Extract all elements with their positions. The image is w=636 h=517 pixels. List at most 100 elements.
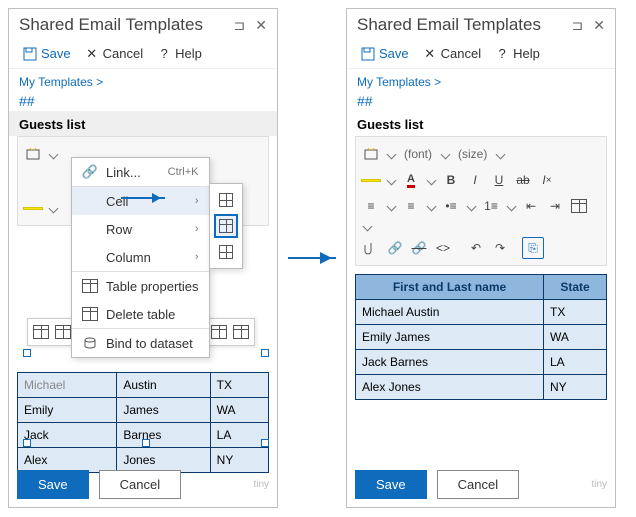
indent-button[interactable]: ⇥: [544, 195, 566, 217]
table-cell[interactable]: TX: [544, 300, 607, 325]
table-cell[interactable]: WA: [210, 398, 268, 423]
table-row[interactable]: Alex JonesNY: [356, 375, 607, 400]
table-cell[interactable]: James: [117, 398, 210, 423]
undo-button[interactable]: ↶: [465, 237, 487, 259]
table-cell[interactable]: Austin: [117, 373, 210, 398]
merge-cells-button[interactable]: [214, 214, 238, 238]
chevron-down-icon[interactable]: [424, 199, 438, 213]
strike-button[interactable]: ab: [512, 169, 534, 191]
number-list-button[interactable]: 1≡: [480, 195, 502, 217]
table-cell[interactable]: LA: [544, 350, 607, 375]
font-color-button[interactable]: A: [400, 169, 422, 191]
help-command[interactable]: ? Help: [151, 43, 208, 64]
cancel-button[interactable]: Cancel: [99, 470, 181, 499]
delete-col-button[interactable]: [230, 321, 252, 343]
table-row[interactable]: Jack BarnesLA: [356, 350, 607, 375]
split-cell-button[interactable]: [214, 240, 238, 264]
attachment-button[interactable]: [360, 237, 382, 259]
bullet-list-button[interactable]: •≡: [440, 195, 462, 217]
redo-button[interactable]: ↷: [489, 237, 511, 259]
table-cell[interactable]: Alex: [18, 448, 117, 473]
ctx-row[interactable]: Row ›: [72, 215, 209, 243]
macros-icon[interactable]: [360, 143, 382, 165]
table-cell[interactable]: WA: [544, 325, 607, 350]
save-command[interactable]: Save: [17, 43, 77, 64]
chevron-down-icon[interactable]: [46, 147, 60, 161]
guests-table-after[interactable]: First and Last name State Michael Austin…: [355, 274, 607, 400]
code-button[interactable]: <>: [432, 237, 454, 259]
template-title[interactable]: Guests list: [9, 111, 277, 136]
insert-col-right-button[interactable]: [208, 321, 230, 343]
ctx-bind-dataset[interactable]: Bind to dataset: [72, 329, 209, 357]
resize-handle[interactable]: [261, 349, 269, 357]
ctx-delete-table[interactable]: Delete table: [72, 300, 209, 328]
table-row[interactable]: AlexJonesNY: [18, 448, 269, 473]
chevron-down-icon[interactable]: [504, 199, 518, 213]
chevron-down-icon[interactable]: [384, 147, 398, 161]
table-row[interactable]: MichaelAustinTX: [18, 373, 269, 398]
table-cell[interactable]: NY: [210, 448, 268, 473]
breadcrumb[interactable]: My Templates >: [9, 69, 277, 91]
clear-format-button[interactable]: I×: [536, 169, 558, 191]
macros-icon[interactable]: [22, 143, 44, 165]
table-row[interactable]: EmilyJamesWA: [18, 398, 269, 423]
pin-icon[interactable]: ⊐: [234, 17, 246, 34]
editor-content[interactable]: MichaelAustinTXEmilyJamesWAJackBarnesLAA…: [9, 364, 277, 481]
unlink-button[interactable]: 🔗: [408, 237, 430, 259]
chevron-down-icon[interactable]: [384, 199, 398, 213]
ctx-cell[interactable]: Cell ›: [72, 187, 209, 215]
table-cell[interactable]: Jack Barnes: [356, 350, 544, 375]
pin-icon[interactable]: ⊐: [572, 17, 584, 34]
table-cell[interactable]: TX: [210, 373, 268, 398]
resize-handle[interactable]: [23, 349, 31, 357]
cancel-command[interactable]: ✕ Cancel: [417, 43, 487, 64]
chevron-down-icon[interactable]: [384, 173, 398, 187]
resize-handle[interactable]: [23, 439, 31, 447]
chevron-down-icon[interactable]: [464, 199, 478, 213]
cell-properties-button[interactable]: [214, 188, 238, 212]
close-icon[interactable]: ✕: [255, 17, 267, 34]
line-height-button[interactable]: ≡: [400, 195, 422, 217]
table-cell[interactable]: Emily James: [356, 325, 544, 350]
chevron-down-icon[interactable]: [424, 173, 438, 187]
save-button[interactable]: Save: [17, 470, 89, 499]
highlight-button[interactable]: [360, 169, 382, 191]
ctx-link[interactable]: 🔗 Link... Ctrl+K: [72, 158, 209, 186]
table-cell[interactable]: Michael Austin: [356, 300, 544, 325]
underline-button[interactable]: U: [488, 169, 510, 191]
chevron-down-icon[interactable]: [438, 147, 452, 161]
table-cell[interactable]: Alex Jones: [356, 375, 544, 400]
resize-handle[interactable]: [261, 439, 269, 447]
table-cell[interactable]: Jack: [18, 423, 117, 448]
table-cell[interactable]: LA: [210, 423, 268, 448]
save-command[interactable]: Save: [355, 43, 415, 64]
ctx-table-props[interactable]: Table properties: [72, 272, 209, 300]
table-row[interactable]: Emily JamesWA: [356, 325, 607, 350]
template-title[interactable]: Guests list: [347, 111, 615, 136]
save-button[interactable]: Save: [355, 470, 427, 499]
breadcrumb[interactable]: My Templates >: [347, 69, 615, 91]
cancel-command[interactable]: ✕ Cancel: [79, 43, 149, 64]
ctx-column[interactable]: Column ›: [72, 243, 209, 271]
bold-button[interactable]: B: [440, 169, 462, 191]
chevron-down-icon[interactable]: [46, 201, 60, 215]
table-button[interactable]: [568, 195, 590, 217]
insert-macro-button[interactable]: ⎘: [522, 237, 544, 259]
highlight-button[interactable]: [22, 197, 44, 219]
table-cell[interactable]: NY: [544, 375, 607, 400]
cancel-button[interactable]: Cancel: [437, 470, 519, 499]
table-cell[interactable]: Emily: [18, 398, 117, 423]
table-row[interactable]: Michael AustinTX: [356, 300, 607, 325]
font-select[interactable]: (font): [400, 147, 436, 161]
help-command[interactable]: ? Help: [489, 43, 546, 64]
size-select[interactable]: (size): [454, 147, 491, 161]
table-cell[interactable]: Michael: [18, 373, 117, 398]
align-left-button[interactable]: ≡: [360, 195, 382, 217]
insert-row-above-button[interactable]: [30, 321, 52, 343]
resize-handle[interactable]: [142, 439, 150, 447]
table-cell[interactable]: Barnes: [117, 423, 210, 448]
outdent-button[interactable]: ⇤: [520, 195, 542, 217]
editor-content[interactable]: First and Last name State Michael Austin…: [347, 266, 615, 408]
link-button[interactable]: 🔗: [384, 237, 406, 259]
table-cell[interactable]: Jones: [117, 448, 210, 473]
